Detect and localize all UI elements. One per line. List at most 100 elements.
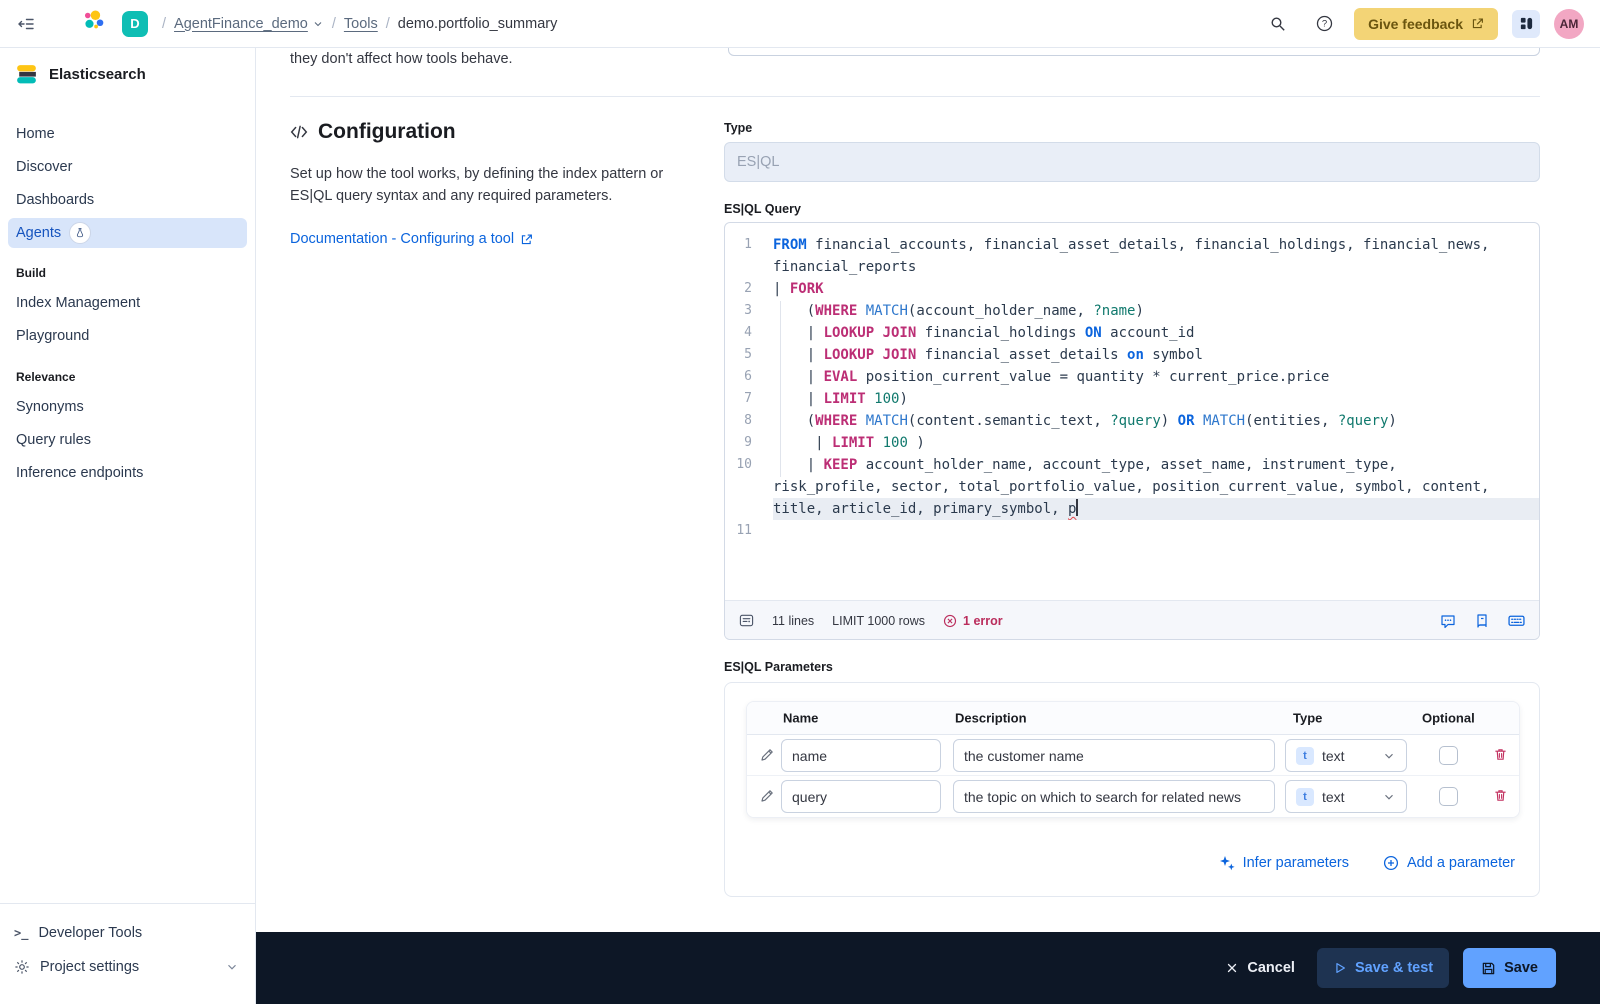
sidebar: Elasticsearch Home Discover Dashboards A… xyxy=(0,48,256,1004)
sidebar-item-playground[interactable]: Playground xyxy=(0,319,255,352)
param-optional-checkbox[interactable] xyxy=(1439,787,1458,806)
column-header-optional: Optional xyxy=(1422,711,1475,726)
give-feedback-button[interactable]: Give feedback xyxy=(1354,8,1498,40)
parameters-panel: Name Description Type Optional ttextttex… xyxy=(724,682,1540,897)
sidebar-item-project-settings[interactable]: Project settings xyxy=(0,950,255,984)
column-header-name: Name xyxy=(783,711,818,726)
book-icon xyxy=(1474,613,1490,629)
cancel-button[interactable]: Cancel xyxy=(1225,960,1295,976)
text-type-token-icon: t xyxy=(1296,747,1314,765)
svg-text:?: ? xyxy=(1321,19,1326,30)
param-description-input[interactable] xyxy=(953,739,1275,772)
sidebar-item-agents[interactable]: Agents xyxy=(8,218,247,248)
documentation-link[interactable]: Documentation - Configuring a tool xyxy=(290,231,533,247)
sidebar-item-developer-tools[interactable]: >_ Developer Tools xyxy=(0,916,255,950)
param-type-select[interactable]: ttext xyxy=(1285,780,1407,813)
intro-text: they don't affect how tools behave. xyxy=(290,51,513,67)
code-line: risk_profile, sector, total_portfolio_va… xyxy=(725,476,1539,498)
sidebar-item-dashboards[interactable]: Dashboards xyxy=(0,183,255,216)
breadcrumb-tools[interactable]: Tools xyxy=(344,16,378,32)
elastic-logo-icon xyxy=(82,10,104,32)
param-name-input[interactable] xyxy=(781,780,941,813)
help-button[interactable]: ? xyxy=(1308,8,1340,40)
plus-in-circle-icon xyxy=(1383,855,1399,871)
search-button[interactable] xyxy=(1262,8,1294,40)
code-line: title, article_id, primary_symbol, p xyxy=(725,498,1539,520)
code-editor-area[interactable]: 1FROM financial_accounts, financial_asse… xyxy=(725,223,1539,600)
parameters-actions: Infer parameters Add a parameter xyxy=(1219,855,1515,871)
collapse-sidebar-button[interactable] xyxy=(10,8,42,40)
code-line: 2| FORK xyxy=(725,278,1539,300)
param-type-select[interactable]: ttext xyxy=(1285,739,1407,772)
play-icon xyxy=(1333,961,1347,975)
line-number xyxy=(725,256,773,278)
parameters-table-header: Name Description Type Optional xyxy=(747,702,1519,735)
param-delete-button[interactable] xyxy=(1493,747,1508,762)
pencil-icon xyxy=(759,747,775,763)
apps-menu-button[interactable] xyxy=(1512,10,1540,38)
infer-parameters-button[interactable]: Infer parameters xyxy=(1219,855,1349,871)
code-line: 10 | KEEP account_holder_name, account_t… xyxy=(725,454,1539,476)
code-line: 7 | LIMIT 100) xyxy=(725,388,1539,410)
configuration-description: Set up how the tool works, by defining t… xyxy=(290,164,708,207)
sidebar-item-inference-endpoints[interactable]: Inference endpoints xyxy=(0,456,255,489)
keyboard-shortcuts-button[interactable] xyxy=(1508,612,1525,629)
code-line: 6 | EVAL position_current_value = quanti… xyxy=(725,366,1539,388)
configuration-heading: Configuration xyxy=(290,120,456,144)
add-parameter-button[interactable]: Add a parameter xyxy=(1383,855,1515,871)
external-link-icon xyxy=(1471,17,1484,30)
project-badge[interactable]: D xyxy=(122,11,148,37)
breadcrumb: / AgentFinance_demo / Tools / demo.portf… xyxy=(162,16,557,32)
editor-footer: 11 lines LIMIT 1000 rows 1 error xyxy=(725,600,1539,640)
text-cursor xyxy=(1076,499,1078,516)
bottom-action-bar: Cancel Save & test Save xyxy=(256,932,1600,1004)
line-number: 6 xyxy=(725,366,773,388)
type-field[interactable]: ES|QL xyxy=(724,142,1540,182)
sidebar-item-discover[interactable]: Discover xyxy=(0,150,255,183)
feedback-comment-button[interactable] xyxy=(1440,613,1456,629)
keyboard-icon xyxy=(1508,612,1525,629)
parameter-row: ttext xyxy=(747,776,1519,817)
line-number: 11 xyxy=(725,520,773,542)
line-number: 2 xyxy=(725,278,773,300)
sidebar-item-query-rules[interactable]: Query rules xyxy=(0,423,255,456)
error-count-button[interactable]: 1 error xyxy=(943,614,1003,628)
line-number xyxy=(725,498,773,520)
parameters-rows: ttext ttext xyxy=(747,735,1519,817)
save-button[interactable]: Save xyxy=(1463,948,1556,988)
param-description-input[interactable] xyxy=(953,780,1275,813)
param-delete-button[interactable] xyxy=(1493,788,1508,803)
documentation-button[interactable] xyxy=(1474,613,1490,629)
line-number: 4 xyxy=(725,322,773,344)
error-icon xyxy=(943,614,957,628)
save-and-test-button[interactable]: Save & test xyxy=(1317,948,1449,988)
close-icon xyxy=(1225,961,1239,975)
line-number: 5 xyxy=(725,344,773,366)
sidebar-item-index-management[interactable]: Index Management xyxy=(0,286,255,319)
text-type-token-icon: t xyxy=(1296,788,1314,806)
code-line: 3 (WHERE MATCH(account_holder_name, ?nam… xyxy=(725,300,1539,322)
save-disk-icon xyxy=(1481,961,1496,976)
elastic-logo[interactable] xyxy=(82,10,104,37)
column-header-type: Type xyxy=(1293,711,1322,726)
limit-rows-button[interactable]: LIMIT 1000 rows xyxy=(832,614,925,628)
sidebar-item-home[interactable]: Home xyxy=(0,117,255,150)
user-avatar[interactable]: AM xyxy=(1554,9,1584,39)
code-line: 8 (WHERE MATCH(content.semantic_text, ?q… xyxy=(725,410,1539,432)
search-icon xyxy=(1270,16,1286,32)
console-icon: >_ xyxy=(14,926,28,940)
line-number: 3 xyxy=(725,300,773,322)
wrap-lines-icon[interactable] xyxy=(739,613,754,628)
chevron-down-icon xyxy=(312,18,324,30)
breadcrumb-project[interactable]: AgentFinance_demo xyxy=(174,16,324,32)
sidebar-section-relevance: Relevance xyxy=(0,364,255,390)
external-link-icon xyxy=(520,233,533,246)
param-optional-checkbox[interactable] xyxy=(1439,746,1458,765)
sidebar-item-synonyms[interactable]: Synonyms xyxy=(0,390,255,423)
sidebar-footer: >_ Developer Tools Project settings xyxy=(0,903,255,1004)
flask-icon xyxy=(74,227,86,239)
app-title: Elasticsearch xyxy=(49,66,146,83)
type-field-label: Type xyxy=(724,121,752,135)
param-name-input[interactable] xyxy=(781,739,941,772)
sparkles-icon xyxy=(1219,855,1235,871)
